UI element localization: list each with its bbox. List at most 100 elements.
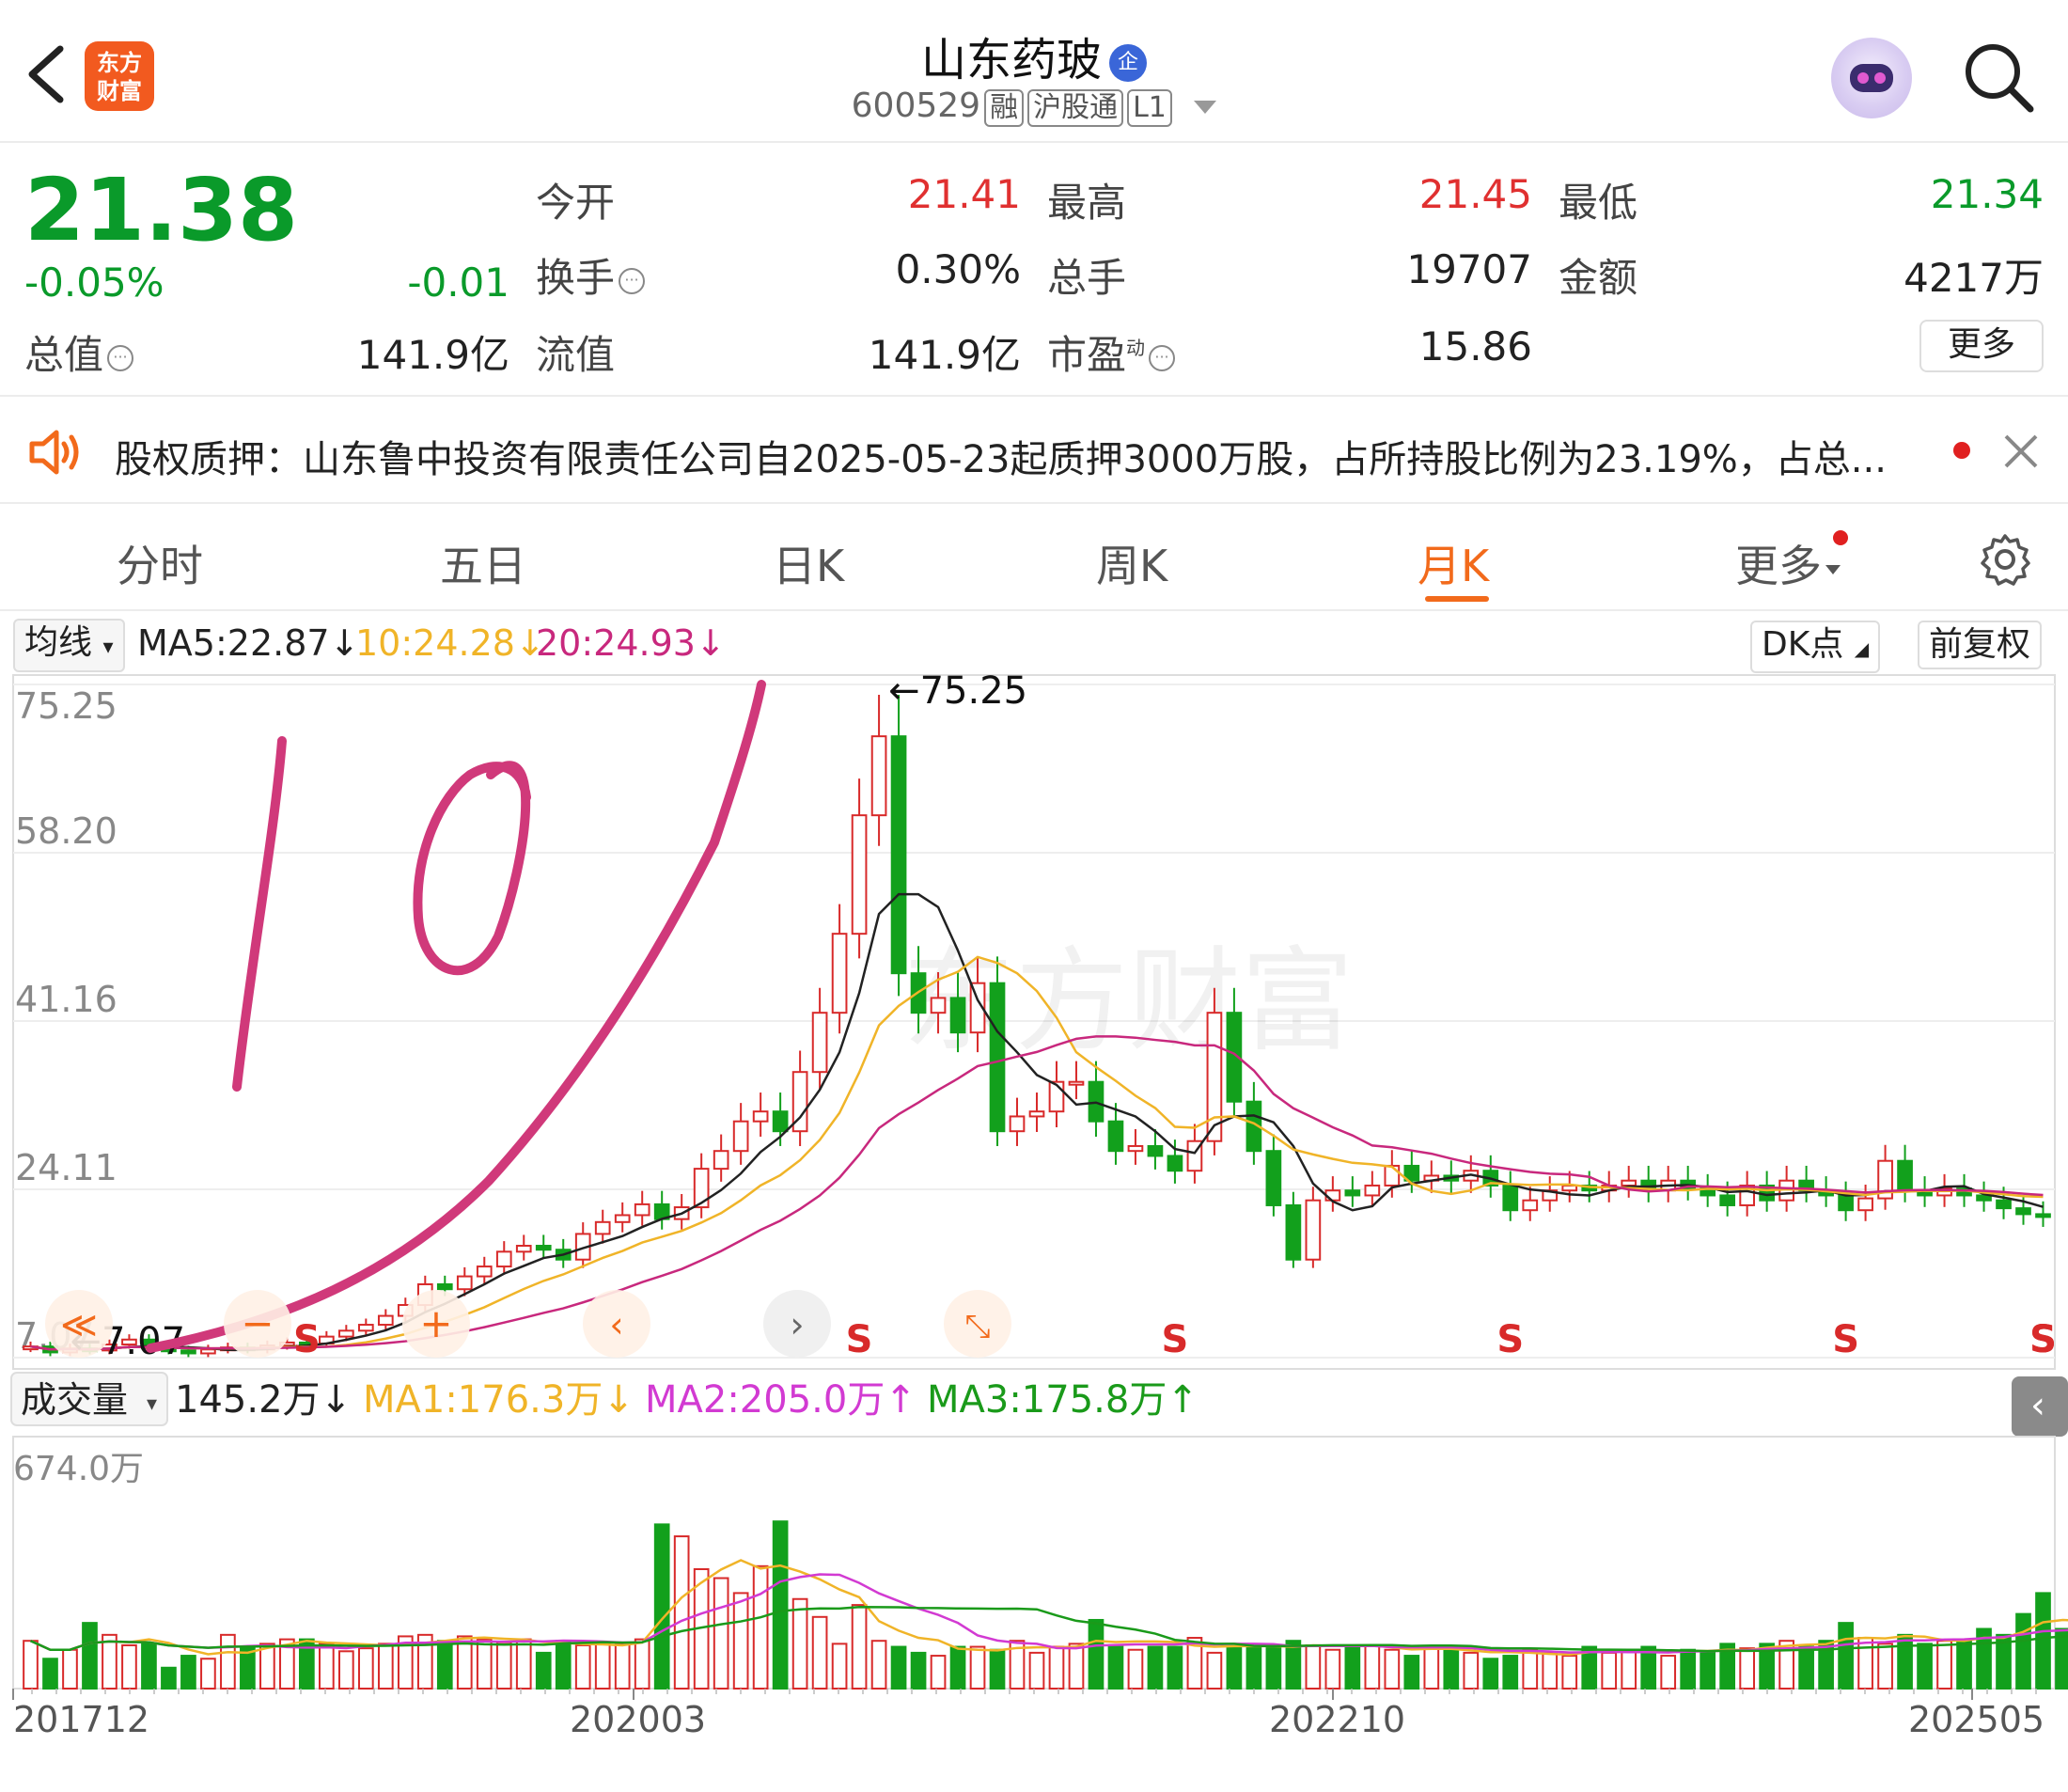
candle-body[interactable] xyxy=(693,1168,710,1209)
scroll-left-button[interactable]: ‹ xyxy=(583,1290,650,1358)
candle-body[interactable] xyxy=(1127,1144,1144,1153)
candle-body[interactable] xyxy=(1009,1115,1026,1133)
candle-body[interactable] xyxy=(811,1012,828,1074)
sell-signal-marker[interactable]: S xyxy=(2029,1318,2057,1361)
candle-body[interactable] xyxy=(614,1214,631,1223)
pe-label[interactable]: 市盈动 ··· xyxy=(1047,323,1176,381)
candle-body[interactable] xyxy=(634,1203,650,1217)
candle[interactable] xyxy=(515,1234,532,1261)
sell-signals[interactable]: S S S S S SS xyxy=(293,1318,2057,1361)
candle-body[interactable] xyxy=(851,814,868,935)
candle-body[interactable] xyxy=(1719,1194,1736,1206)
candle[interactable] xyxy=(1088,1061,1104,1137)
candle-body[interactable] xyxy=(1857,1197,1873,1212)
candle[interactable] xyxy=(594,1209,611,1244)
tab-monthly-k[interactable]: 月K xyxy=(1418,532,1489,594)
candle[interactable] xyxy=(535,1234,552,1259)
candle-body[interactable] xyxy=(377,1314,394,1327)
candle[interactable] xyxy=(1621,1165,1637,1198)
candle[interactable] xyxy=(1897,1144,1913,1203)
scroll-right-button[interactable]: › xyxy=(763,1290,831,1358)
notice-bar[interactable]: 股权质押：山东鲁中投资有限责任公司自2025-05-23起质押3000万股，占所… xyxy=(0,399,2068,504)
candle-body[interactable] xyxy=(870,735,887,817)
candle-body[interactable] xyxy=(535,1245,552,1251)
candle[interactable] xyxy=(1265,1134,1282,1217)
candle-body[interactable] xyxy=(476,1265,493,1278)
candle[interactable] xyxy=(1739,1171,1755,1217)
candle[interactable] xyxy=(1877,1144,1893,1210)
candle-body[interactable] xyxy=(1897,1159,1913,1192)
candle[interactable] xyxy=(1009,1097,1026,1146)
candle[interactable] xyxy=(1680,1165,1697,1201)
candle-body[interactable] xyxy=(752,1110,769,1123)
candle-body[interactable] xyxy=(1147,1144,1164,1157)
turnover-label[interactable]: 换手 ··· xyxy=(536,246,646,304)
candle-body[interactable] xyxy=(2015,1207,2031,1216)
candle[interactable] xyxy=(1976,1181,1992,1212)
dropdown-caret-icon[interactable] xyxy=(1194,101,1217,114)
search-icon[interactable] xyxy=(1961,39,2036,115)
candle[interactable] xyxy=(1798,1165,1814,1203)
candle-body[interactable] xyxy=(732,1120,749,1153)
candle-body[interactable] xyxy=(1028,1110,1045,1118)
candle[interactable] xyxy=(1522,1187,1539,1221)
candle[interactable] xyxy=(1305,1187,1322,1268)
candle-body[interactable] xyxy=(495,1250,512,1268)
candle[interactable] xyxy=(495,1241,512,1275)
candle-body[interactable] xyxy=(456,1275,473,1291)
candle[interactable] xyxy=(1344,1176,1361,1207)
candle-body[interactable] xyxy=(357,1324,374,1332)
candle-body[interactable] xyxy=(1068,1080,1085,1086)
info-icon[interactable]: ··· xyxy=(107,344,134,371)
tab-daily-k[interactable]: 日K xyxy=(773,532,844,594)
candle[interactable] xyxy=(851,778,868,959)
collapse-side-button[interactable]: ‹ xyxy=(2012,1376,2068,1437)
candle[interactable] xyxy=(1700,1173,1716,1207)
sell-signal-marker[interactable]: S xyxy=(1162,1318,1189,1361)
candle-body[interactable] xyxy=(831,933,848,1014)
candle-body[interactable] xyxy=(1996,1199,2012,1210)
stock-code-line[interactable]: 600529 融沪股通 L1 xyxy=(0,86,2068,127)
candle-body[interactable] xyxy=(1522,1199,1539,1212)
volume-selector-label[interactable]: 成交量 xyxy=(21,1379,128,1421)
candle[interactable] xyxy=(1048,1061,1065,1127)
candle[interactable] xyxy=(752,1092,769,1137)
candle[interactable] xyxy=(831,904,848,1034)
candle-body[interactable] xyxy=(1502,1184,1519,1212)
tab-intraday[interactable]: 分时 xyxy=(117,532,203,594)
candle-body[interactable] xyxy=(1621,1179,1637,1187)
scroll-start-button[interactable]: ≪ xyxy=(45,1290,113,1358)
sell-signal-marker[interactable]: S xyxy=(1496,1318,1524,1361)
candle[interactable] xyxy=(732,1103,749,1165)
candle[interactable] xyxy=(1838,1181,1854,1221)
candle[interactable] xyxy=(1660,1165,1677,1203)
candle-body[interactable] xyxy=(890,735,907,975)
candle-body[interactable] xyxy=(1384,1164,1401,1187)
candle[interactable] xyxy=(791,1050,808,1146)
candle[interactable] xyxy=(1324,1176,1341,1212)
gear-icon[interactable] xyxy=(1978,532,2032,587)
zoom-in-button[interactable]: + xyxy=(402,1290,470,1358)
total-value-label[interactable]: 总值 ··· xyxy=(24,323,134,381)
candle[interactable] xyxy=(574,1222,591,1268)
close-icon[interactable] xyxy=(2000,431,2042,472)
candle[interactable] xyxy=(1285,1191,1302,1268)
candle[interactable] xyxy=(1502,1171,1519,1221)
candle[interactable] xyxy=(357,1318,374,1336)
info-icon[interactable]: ··· xyxy=(1149,344,1176,371)
tab-five-day[interactable]: 五日 xyxy=(440,532,526,594)
candle[interactable] xyxy=(1640,1165,1657,1203)
candle[interactable] xyxy=(1542,1176,1559,1212)
candle-body[interactable] xyxy=(1838,1194,1854,1212)
candle[interactable] xyxy=(634,1190,650,1226)
candle-body[interactable] xyxy=(949,997,966,1034)
candle[interactable] xyxy=(811,987,828,1091)
candle-body[interactable] xyxy=(1107,1120,1124,1153)
sell-signal-marker[interactable]: S xyxy=(293,1318,321,1361)
candle-body[interactable] xyxy=(1344,1189,1361,1197)
candle[interactable] xyxy=(200,1344,216,1358)
info-icon[interactable]: ··· xyxy=(619,267,646,294)
candle-body[interactable] xyxy=(1305,1199,1322,1261)
candle-body[interactable] xyxy=(436,1282,453,1291)
tab-more[interactable]: 更多 xyxy=(1735,532,1841,594)
